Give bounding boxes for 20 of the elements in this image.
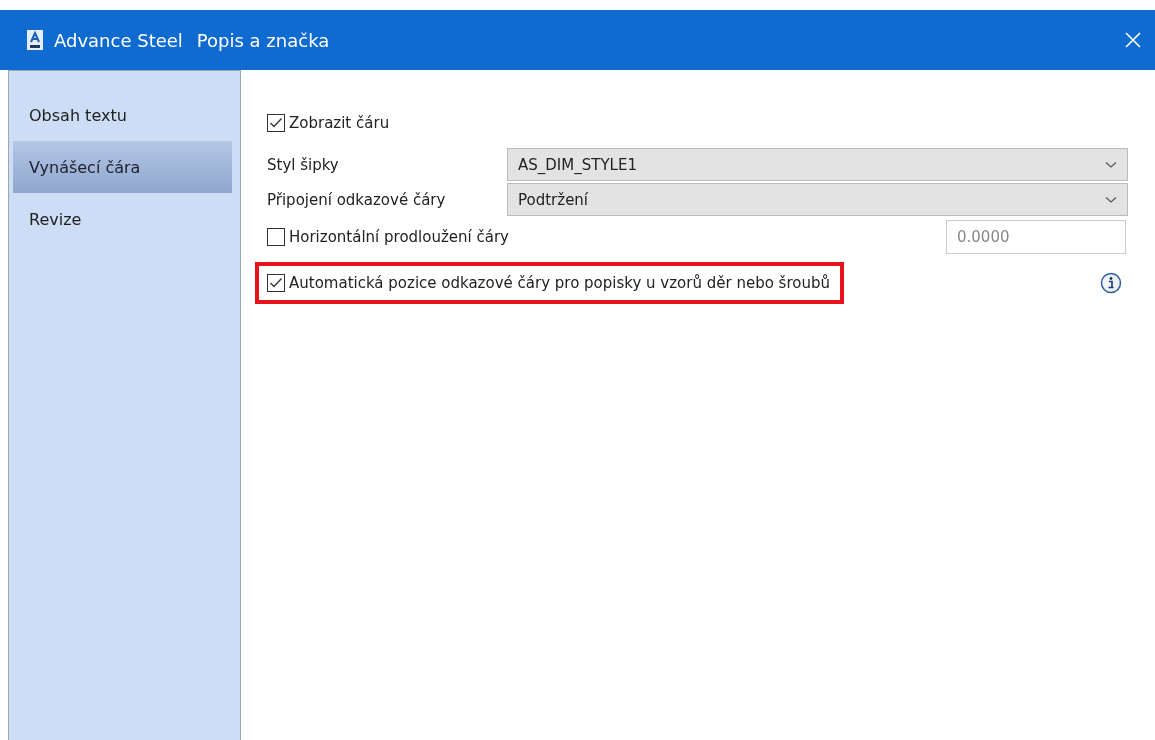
checkbox-label: Horizontální prodloužení čáry xyxy=(289,228,509,246)
dropdown[interactable]: AS_DIM_STYLE1 xyxy=(507,148,1128,181)
close-icon[interactable] xyxy=(1125,32,1141,48)
app-name: Advance Steel xyxy=(54,29,183,51)
sidebar-item[interactable]: Obsah textu xyxy=(13,89,232,141)
chevron-down-icon xyxy=(1105,195,1117,204)
window-title: Popis a značka xyxy=(196,29,330,51)
checkbox-label: Zobrazit čáru xyxy=(289,114,390,132)
app-logo-icon xyxy=(26,30,44,50)
checkbox[interactable] xyxy=(267,228,285,246)
sidebar-item[interactable]: Revize xyxy=(13,193,232,245)
field-label: Připojení odkazové čáry xyxy=(267,190,447,209)
field-label: Styl šipky xyxy=(267,155,340,174)
info-icon[interactable] xyxy=(1100,272,1122,294)
checkbox-label: Automatická pozice odkazové čáry pro popisky u vzorů děr nebo šroubů xyxy=(289,274,830,292)
sidebar-item[interactable]: Vynášecí čára xyxy=(13,141,232,193)
dropdown[interactable]: Podtržení xyxy=(507,183,1128,216)
checkbox[interactable] xyxy=(267,274,285,292)
checkbox[interactable] xyxy=(267,114,285,132)
chevron-down-icon xyxy=(1105,160,1117,169)
